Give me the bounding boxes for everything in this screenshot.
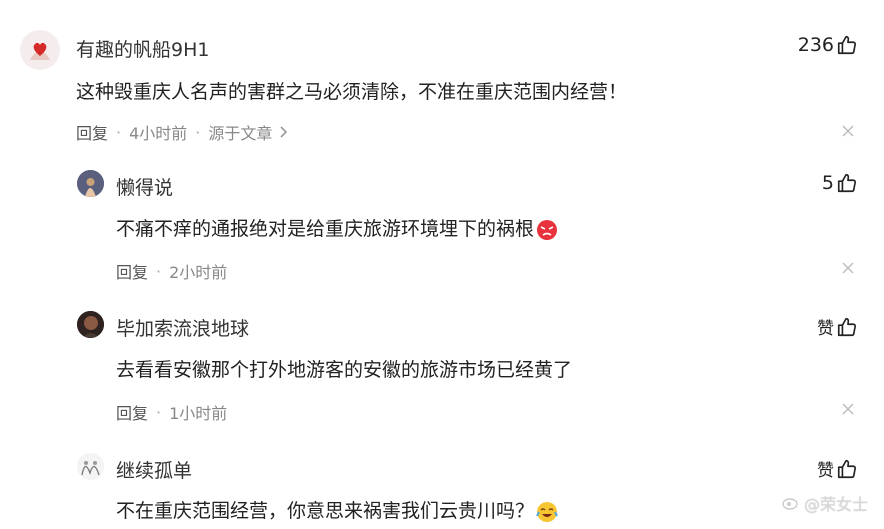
comment-text: 不在重庆范围经营，你意思来祸害我们云贵川吗？ bbox=[116, 496, 558, 523]
comment-meta: 回复 · 1小时前 bbox=[116, 400, 227, 424]
chevron-right-icon bbox=[280, 126, 288, 138]
thumbs-up-icon bbox=[837, 35, 857, 55]
timestamp: 1小时前 bbox=[169, 404, 228, 423]
comment-text-body: 不在重庆范围经营，你意思来祸害我们云贵川吗？ bbox=[116, 500, 535, 522]
like-button[interactable]: 5 bbox=[822, 172, 858, 194]
thumbs-up-icon bbox=[837, 173, 857, 193]
comment-text: 这种毁重庆人名声的害群之马必须清除，不准在重庆范围内经营！ bbox=[76, 81, 628, 103]
like-count: 5 bbox=[821, 172, 834, 194]
source-label: 源于文章 bbox=[208, 124, 273, 143]
username[interactable]: 有趣的帆船9H1 bbox=[76, 35, 209, 62]
watermark: @荣女士 bbox=[782, 491, 868, 515]
timestamp: 2小时前 bbox=[169, 263, 228, 282]
avatar[interactable] bbox=[77, 170, 104, 197]
close-icon[interactable] bbox=[842, 262, 854, 274]
close-icon[interactable] bbox=[842, 125, 854, 137]
comment-text: 不痛不痒的通报绝对是给重庆旅游环境埋下的祸根 bbox=[116, 214, 558, 241]
reply-button[interactable]: 回复 bbox=[76, 120, 108, 144]
like-label: 赞 bbox=[817, 319, 834, 339]
comment-meta: 回复 · 4小时前 · 源于文章 bbox=[76, 120, 290, 144]
like-button[interactable]: 236 bbox=[798, 34, 858, 56]
separator-dot: · bbox=[156, 402, 162, 422]
angry-face-emoji-icon bbox=[537, 219, 558, 240]
separator-dot: · bbox=[156, 261, 162, 281]
source-link[interactable]: 源于文章 bbox=[208, 120, 290, 144]
avatar[interactable] bbox=[77, 453, 104, 480]
username[interactable]: 毕加索流浪地球 bbox=[116, 314, 249, 341]
avatar[interactable] bbox=[20, 30, 60, 70]
comment-meta: 回复 · 2小时前 bbox=[116, 259, 227, 283]
username[interactable]: 继续孤单 bbox=[116, 456, 192, 483]
comment-text: 去看看安徽那个打外地游客的安徽的旅游市场已经黄了 bbox=[116, 359, 573, 381]
comment-text-body: 不痛不痒的通报绝对是给重庆旅游环境埋下的祸根 bbox=[116, 218, 535, 240]
avatar[interactable] bbox=[77, 311, 104, 338]
close-icon[interactable] bbox=[842, 403, 854, 415]
like-label: 赞 bbox=[817, 461, 834, 481]
reply-button[interactable]: 回复 bbox=[116, 400, 148, 424]
weibo-logo-icon bbox=[782, 498, 798, 510]
thumbs-up-icon bbox=[837, 317, 857, 336]
username[interactable]: 懒得说 bbox=[116, 173, 173, 200]
laughing-crying-emoji-icon bbox=[536, 501, 558, 522]
reply-button[interactable]: 回复 bbox=[116, 259, 148, 283]
like-count: 236 bbox=[797, 34, 834, 56]
separator-dot: · bbox=[116, 122, 122, 142]
like-button[interactable]: 赞 bbox=[817, 456, 858, 481]
timestamp: 4小时前 bbox=[129, 124, 188, 143]
thumbs-up-icon bbox=[837, 459, 857, 478]
like-button[interactable]: 赞 bbox=[817, 314, 858, 339]
watermark-text: @荣女士 bbox=[803, 495, 868, 514]
separator-dot: · bbox=[195, 122, 201, 142]
